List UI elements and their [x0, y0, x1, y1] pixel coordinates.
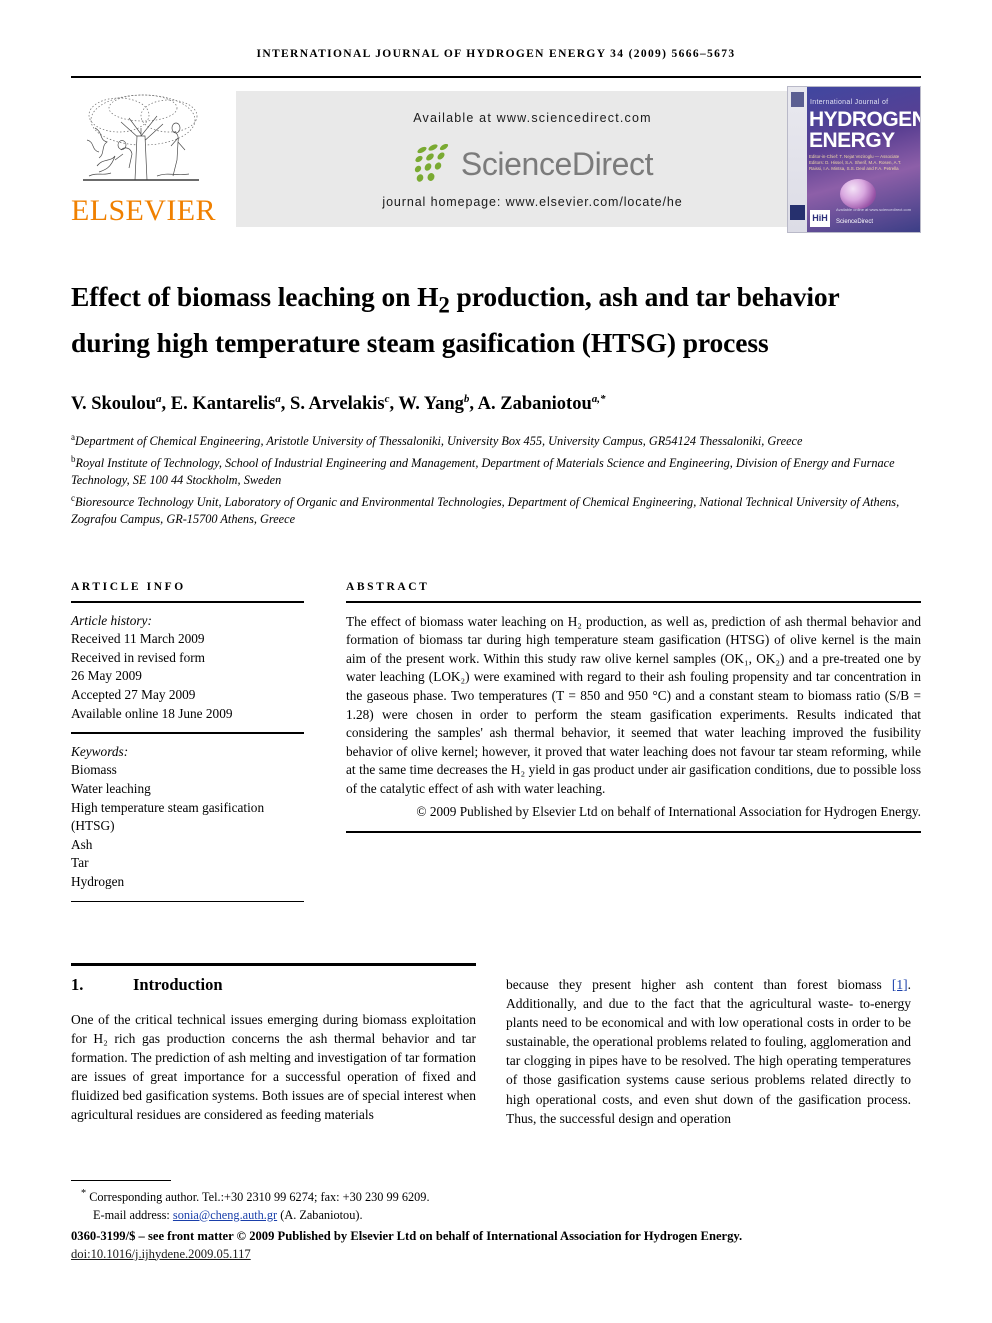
email-note: E-mail address: sonia@cheng.auth.gr (A. …: [71, 1207, 921, 1225]
footnote-rule: [71, 1180, 171, 1182]
author-1-marks: a: [156, 393, 162, 405]
history-item: Received 11 March 2009: [71, 631, 205, 647]
introduction-paragraph-left: One of the critical technical issues eme…: [71, 1012, 476, 1123]
masthead: ELSEVIER Available at www.sciencedirect.…: [71, 86, 921, 233]
reference-link-1[interactable]: [1]: [892, 977, 908, 992]
issn-line: 0360-3199/$ – see front matter © 2009 Pu…: [71, 1229, 743, 1243]
article-history: Article history: Received 11 March 2009 …: [71, 603, 304, 733]
corresponding-author-mark: *: [81, 1188, 87, 1199]
author-3-marks: c: [384, 393, 390, 405]
author-4: W. Yang: [398, 394, 464, 415]
introduction-paragraph-right: because they present higher ash content …: [506, 975, 911, 1128]
author-2: E. Kantarelis: [170, 394, 276, 415]
running-head: INTERNATIONAL JOURNAL OF HYDROGEN ENERGY…: [256, 48, 736, 60]
cover-spine-badge: [790, 205, 805, 220]
keyword-item: Biomass: [71, 762, 117, 778]
email-label: E-mail address:: [93, 1207, 170, 1222]
author-3: S. Arvelakis: [290, 394, 385, 415]
elsevier-tree-icon: [83, 94, 199, 181]
abstract-block: ABSTRACT The effect of biomass water lea…: [346, 581, 921, 833]
title-subscript: 2: [438, 292, 450, 318]
body-column-left: 1. Introduction One of the critical tech…: [71, 975, 476, 1125]
cover-badge: HiH: [810, 210, 830, 227]
footnote-block: * Corresponding author. Tel.:+30 2310 99…: [71, 1185, 921, 1224]
affiliation-a: aDepartment of Chemical Engineering, Ari…: [71, 429, 921, 451]
journal-article-page: INTERNATIONAL JOURNAL OF HYDROGEN ENERGY…: [0, 0, 992, 1323]
email-link[interactable]: sonia@cheng.auth.gr: [173, 1208, 277, 1222]
body-column-right: because they present higher ash content …: [506, 975, 911, 1128]
elsevier-wordmark: ELSEVIER: [71, 194, 216, 227]
author-1: V. Skoulou: [71, 394, 157, 415]
keyword-item: High temperature steam gasification: [71, 799, 265, 815]
keyword-item: Tar: [71, 855, 89, 871]
sciencedirect-logo: ScienceDirect: [236, 139, 829, 189]
keywords-label: Keywords:: [71, 743, 129, 759]
history-item: Accepted 27 May 2009: [71, 687, 196, 703]
article-info-label: ARTICLE INFO: [71, 581, 186, 593]
abstract-text: The effect of biomass water leaching on …: [346, 613, 921, 797]
article-history-label: Article history:: [71, 612, 152, 628]
author-4-marks: b: [463, 393, 470, 405]
section-number: 1.: [71, 975, 84, 994]
journal-cover-thumbnail: International Journal of HYDROGEN ENERGY…: [787, 86, 921, 233]
keywords-list: Keywords: Biomass Water leaching High te…: [71, 734, 304, 901]
author-list: V. Skouloua, E. Kantarelisa, S. Arvelaki…: [71, 393, 606, 415]
available-at-text: Available at www.sciencedirect.com: [413, 111, 652, 125]
cover-orb-graphic: [840, 179, 876, 209]
affiliation-a-text: Department of Chemical Engineering, Aris…: [75, 434, 803, 449]
abstract-label: ABSTRACT: [346, 581, 430, 593]
history-item: Available online 18 June 2009: [71, 705, 233, 721]
email-owner: (A. Zabaniotou).: [280, 1207, 363, 1222]
author-5: A. Zabaniotou: [477, 394, 592, 415]
affiliation-c-text: Bioresource Technology Unit, Laboratory …: [71, 494, 900, 527]
cover-sciencedirect-label: ScienceDirect: [836, 219, 874, 225]
corresponding-author-text: Corresponding author. Tel.:+30 2310 99 6…: [89, 1190, 430, 1205]
elsevier-logo: ELSEVIER: [71, 86, 216, 232]
doi-line: doi:10.1016/j.ijhydene.2009.05.117: [71, 1246, 921, 1264]
section-title: Introduction: [133, 975, 223, 994]
cover-superline: International Journal of: [810, 99, 889, 106]
author-2-marks: a: [275, 393, 281, 405]
sciencedirect-banner: Available at www.sciencedirect.com Scien…: [236, 91, 829, 227]
affiliation-b: bRoyal Institute of Technology, School o…: [71, 451, 921, 490]
author-5-marks: a,*: [591, 393, 606, 405]
introduction-rule: [71, 963, 476, 966]
cover-sciencedirect-note: Available online at www.sciencedirect.co…: [836, 207, 912, 212]
keyword-item: Hydrogen: [71, 874, 125, 889]
abstract-bottom-rule: [346, 831, 921, 833]
sciencedirect-leaves-icon: [414, 144, 448, 182]
article-info-bottom-rule: [71, 900, 304, 903]
corresponding-author-note: * Corresponding author. Tel.:+30 2310 99…: [71, 1185, 921, 1207]
affiliation-b-text: Royal Institute of Technology, School of…: [71, 455, 895, 488]
cover-editors: Editor-in-Chief: T. Nejat Veziroglu — As…: [809, 154, 902, 171]
affiliation-list: aDepartment of Chemical Engineering, Ari…: [71, 429, 921, 529]
cover-title-line1: HYDROGEN: [809, 108, 921, 131]
affiliation-c: cBioresource Technology Unit, Laboratory…: [71, 490, 921, 529]
title-part-1: Effect of biomass leaching on H: [71, 281, 439, 313]
keyword-item: (HTSG): [71, 818, 115, 834]
cover-spine: [788, 87, 807, 232]
header-rule: [71, 76, 921, 79]
abstract-copyright: © 2009 Published by Elsevier Ltd on beha…: [416, 803, 921, 819]
intro-right-part-a: because they present higher ash content …: [506, 977, 892, 992]
doi-link[interactable]: doi:10.1016/j.ijhydene.2009.05.117: [71, 1247, 251, 1261]
history-item: 26 May 2009: [71, 668, 142, 684]
keyword-item: Water leaching: [71, 781, 151, 797]
intro-right-part-b: . Additionally, and due to the fact that…: [506, 977, 911, 1126]
section-heading-introduction: 1. Introduction: [71, 975, 476, 995]
history-item: Received in revised form: [71, 649, 206, 665]
issn-block: 0360-3199/$ – see front matter © 2009 Pu…: [71, 1228, 921, 1263]
article-info-block: ARTICLE INFO Article history: Received 1…: [71, 581, 304, 903]
cover-spine-logo: [791, 92, 804, 107]
journal-homepage-text: journal homepage: www.elsevier.com/locat…: [382, 195, 683, 209]
keyword-item: Ash: [71, 836, 93, 852]
cover-title-line2: ENERGY: [809, 129, 895, 152]
sciencedirect-wordmark: ScienceDirect: [460, 145, 654, 182]
page-title: Effect of biomass leaching on H2 product…: [71, 278, 901, 361]
